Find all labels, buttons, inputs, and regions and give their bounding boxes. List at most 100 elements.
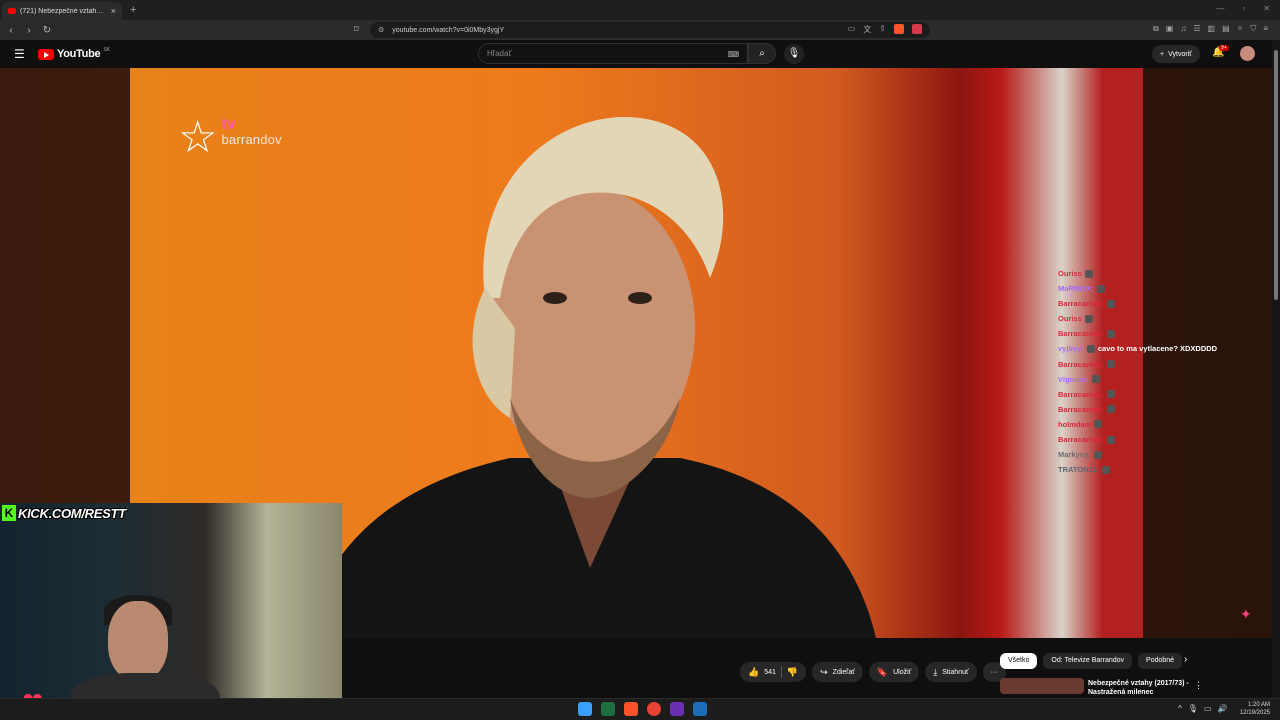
leo-icon[interactable]: ✧ — [1237, 24, 1244, 34]
volume-icon[interactable]: 🔊 — [1217, 704, 1227, 713]
streamer-face — [108, 601, 168, 681]
brave-shield-icon[interactable] — [894, 24, 904, 34]
like-button[interactable]: 👍 541 👎 — [740, 662, 807, 682]
close-window-icon[interactable]: ✕ — [1263, 4, 1270, 13]
wallet-icon[interactable]: ▤ — [1222, 24, 1230, 34]
recommendation-item[interactable]: Nebezpečné vztahy (2017/73) - Nastražená… — [1000, 678, 1272, 697]
chat-message: MaRRIXX: — [1058, 281, 1258, 296]
recommendation-thumbnail[interactable] — [1000, 678, 1084, 694]
download-icon: ⤓ — [933, 666, 938, 677]
sidebar-icon[interactable]: ▥ — [1208, 24, 1216, 34]
chat-message: TRATON11: — [1058, 462, 1258, 477]
filter-chips: Všetko Od: Televize Barrandov Podobné — [1000, 653, 1183, 669]
tray-chevron-icon[interactable]: ^ — [1178, 704, 1182, 713]
chat-overlay: Ouriss MaRRIXX: Barracanida: Ouriss Barracan… — [1058, 266, 1258, 477]
new-tab-button[interactable]: + — [130, 4, 136, 16]
notification-badge: 9+ — [1219, 45, 1229, 51]
create-button[interactable]: + Vytvoriť — [1152, 45, 1200, 63]
chat-username: Barracanida: — [1058, 435, 1104, 445]
chat-text: cavo to ma vytlacene? XDXDDDD — [1097, 344, 1218, 354]
chat-emote-icon — [1094, 420, 1103, 429]
reload-icon[interactable]: ↻ — [40, 25, 54, 36]
download-button[interactable]: ⤓ Stiahnuť — [925, 662, 977, 682]
kick-url: KICK.COM/RESTT — [18, 505, 126, 521]
share-button[interactable]: ↪ Zdieľať — [812, 662, 863, 682]
search-icon: ⌕ — [759, 48, 765, 59]
like-count: 541 — [764, 668, 776, 676]
scrollbar-thumb[interactable] — [1274, 50, 1278, 300]
save-button[interactable]: 🔖 Uložiť — [868, 662, 920, 682]
search-input[interactable]: Hľadať ⌨ — [478, 43, 748, 64]
brave-browser-icon[interactable] — [624, 702, 638, 716]
network-icon[interactable]: ▭ — [1204, 704, 1212, 713]
excel-icon[interactable] — [601, 702, 615, 716]
microphone-icon: 🎙 — [787, 48, 801, 59]
chips-next-icon[interactable]: › — [1184, 654, 1187, 665]
chrome-icon[interactable] — [647, 702, 661, 716]
keyboard-icon[interactable]: ⌨ — [727, 50, 739, 59]
bookmark-save-icon: 🔖 — [876, 666, 889, 677]
bookmark-icon[interactable]: ⌑ — [354, 24, 359, 35]
browser-tab[interactable]: (721) Nebezpečné vztahy (20 × — [2, 2, 122, 20]
recommendation-menu-icon[interactable]: ⋮ — [1194, 680, 1203, 691]
media-icon[interactable]: ♫ — [1180, 24, 1186, 34]
translate-icon[interactable]: 文 — [863, 24, 871, 35]
vpn-icon[interactable]: ⛉ — [1250, 24, 1256, 34]
omnibox-icons: ▭ 文 ⇪ — [848, 24, 922, 35]
chat-emote-icon — [1106, 299, 1115, 308]
channel-logo-brand: barrandov — [221, 132, 282, 147]
chat-emote-icon — [1106, 390, 1115, 399]
obs-icon[interactable] — [670, 702, 684, 716]
voice-search-button[interactable]: 🎙 — [784, 44, 804, 64]
clock-date: 12/19/2025 — [1239, 710, 1270, 716]
back-icon[interactable]: ‹ — [4, 25, 18, 36]
chat-username: Barracanida: — [1058, 404, 1104, 414]
taskbar: ^ 🎙 ▭ 🔊 1:20 AM 12/19/2025 — [0, 698, 1280, 720]
hamburger-menu-icon[interactable]: ☰ — [14, 47, 25, 61]
chat-username: Markyny: — [1058, 450, 1091, 460]
chat-message: holmdam — [1058, 417, 1258, 432]
minimize-icon[interactable]: — — [1216, 4, 1224, 13]
video-actions: 👍 541 👎 ↪ Zdieľať 🔖 Uložiť ⤓ Stiahnuť ··… — [740, 662, 1006, 682]
thumbs-down-icon[interactable]: 👎 — [787, 667, 798, 678]
kick-watermark-icon: ✦ — [1240, 606, 1252, 622]
menu-icon[interactable]: ≡ — [1263, 24, 1268, 34]
site-info-icon[interactable]: ⚙ — [378, 26, 384, 34]
search-placeholder: Hľadať — [487, 49, 512, 58]
address-bar: ‹ › ↻ ⌑ ⚙ youtube.com/watch?v=0i0Mby3ygj… — [0, 20, 1280, 40]
filter-chip[interactable]: Všetko — [1000, 653, 1038, 669]
tab-close-icon[interactable]: × — [111, 6, 116, 16]
forward-icon[interactable]: › — [22, 25, 36, 36]
cast-icon[interactable]: ▭ — [848, 24, 856, 35]
search-button[interactable]: ⌕ — [748, 43, 776, 64]
avatar[interactable] — [1240, 46, 1255, 61]
mic-tray-icon[interactable]: 🎙 — [1188, 704, 1198, 713]
chat-username: Ouriss — [1058, 314, 1082, 324]
extension-icon[interactable]: ⧉ — [1153, 24, 1159, 34]
youtube-logo[interactable]: YouTube SK — [38, 47, 110, 60]
filter-chip[interactable]: Od: Televize Barrandov — [1043, 653, 1133, 669]
chat-message: vyjbyy: cavo to ma vytlacene? XDXDDDD — [1058, 341, 1258, 356]
screenshot-icon[interactable]: ▣ — [1166, 24, 1174, 34]
brave-rewards-icon[interactable] — [912, 24, 922, 34]
taskbar-apps — [578, 702, 707, 716]
system-tray: ^ 🎙 ▭ 🔊 — [1178, 704, 1227, 713]
filter-chip[interactable]: Podobné — [1138, 653, 1183, 669]
browser-tab-strip: (721) Nebezpečné vztahy (20 × + — ▫ ✕ — [0, 0, 1280, 20]
recommendation-title[interactable]: Nebezpečné vztahy (2017/73) - Nastražená… — [1088, 679, 1198, 697]
steam-icon[interactable] — [693, 702, 707, 716]
chat-emote-icon — [1106, 435, 1115, 444]
url-field[interactable]: ⚙ youtube.com/watch?v=0i0Mby3ygjY ▭ 文 ⇪ — [370, 22, 930, 38]
share-page-icon[interactable]: ⇪ — [879, 24, 886, 35]
page-scrollbar[interactable] — [1272, 40, 1280, 698]
chat-message: Ouriss — [1058, 311, 1258, 326]
maximize-icon[interactable]: ▫ — [1242, 4, 1245, 13]
windows-start-icon[interactable] — [578, 702, 592, 716]
clock-time: 1:20 AM — [1247, 702, 1270, 708]
chat-message: Barracanida: — [1058, 402, 1258, 417]
interviewee-figure — [303, 117, 876, 638]
system-clock[interactable]: 1:20 AM 12/19/2025 — [1240, 701, 1270, 717]
divider — [780, 666, 782, 678]
reader-icon[interactable]: ☰ — [1193, 24, 1200, 34]
chat-username: MaRRIXX: — [1058, 284, 1094, 294]
